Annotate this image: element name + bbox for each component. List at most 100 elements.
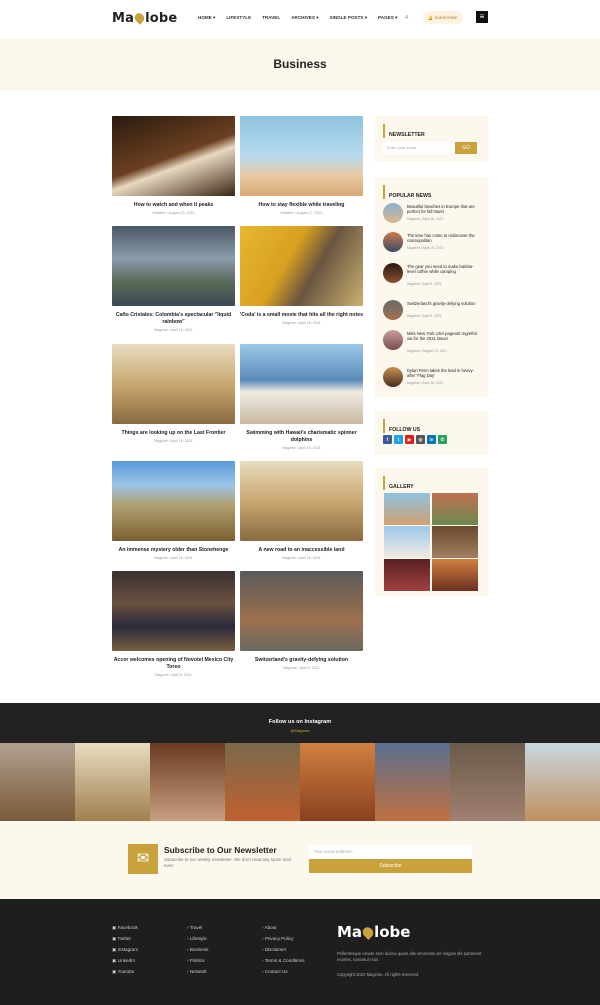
- news-title[interactable]: The time has come to rediscover the cosm…: [407, 233, 481, 243]
- gallery-image[interactable]: [384, 493, 430, 525]
- popular-news-item[interactable]: The time has come to rediscover the cosm…: [383, 232, 481, 256]
- post-title[interactable]: Accor welcomes opening of Novotel Mexico…: [112, 657, 235, 671]
- news-title[interactable]: Miss New York USA pageant regretful via …: [407, 331, 481, 341]
- popular-news-item[interactable]: The gear you need to make barista-level …: [383, 263, 481, 287]
- post-title[interactable]: How to stay flexible while traveling: [240, 202, 363, 209]
- footer-link-terms[interactable]: › Terms & Conditions: [262, 958, 305, 969]
- post-image[interactable]: [112, 461, 235, 541]
- nav-home[interactable]: HOME ▾: [198, 15, 215, 21]
- news-thumbnail[interactable]: [383, 203, 403, 223]
- post-title[interactable]: Swimming with Hawaii's charismatic spinn…: [240, 430, 363, 444]
- newsletter-band-subscribe-button[interactable]: Subscribe: [309, 859, 472, 873]
- search-icon[interactable]: ⌕: [405, 14, 409, 22]
- footer-link-privacy[interactable]: › Privacy Policy: [262, 936, 305, 947]
- gallery-image[interactable]: [432, 526, 478, 558]
- popular-news-item[interactable]: Beautiful beaches in Europe that are per…: [383, 203, 481, 227]
- post-card[interactable]: 'Coda' is a small movie that hits all th…: [240, 226, 363, 325]
- post-title[interactable]: Switzerland's gravity-defying solution: [240, 657, 363, 664]
- post-image[interactable]: [112, 226, 235, 306]
- news-thumbnail[interactable]: [383, 232, 403, 252]
- nav-travel[interactable]: TRAVEL: [262, 15, 280, 21]
- youtube-icon[interactable]: ▶: [405, 435, 414, 444]
- post-title[interactable]: How to watch and when it peaks: [112, 202, 235, 209]
- post-card[interactable]: An immense mystery older than Stonehenge…: [112, 461, 235, 560]
- news-title[interactable]: The gear you need to make barista-level …: [407, 264, 481, 274]
- nav-lifestyle[interactable]: LIFESTYLE: [226, 15, 251, 21]
- news-thumbnail[interactable]: [383, 330, 403, 350]
- footer-link-instagram[interactable]: ▣ Instagram: [112, 947, 138, 958]
- post-meta: Watcher / August 17, 2021: [280, 211, 323, 215]
- post-image[interactable]: [240, 461, 363, 541]
- news-thumbnail[interactable]: [383, 263, 403, 283]
- post-title[interactable]: 'Coda' is a small movie that hits all th…: [240, 312, 363, 319]
- nav-pages[interactable]: PAGES ▾: [378, 15, 397, 21]
- footer-link-disclaimer[interactable]: › Disclaimer: [262, 947, 305, 958]
- footer-link-about[interactable]: › About: [262, 925, 305, 936]
- post-card[interactable]: Caño Cristales: Colombia's spectacular "…: [112, 226, 235, 332]
- post-image[interactable]: [112, 116, 235, 196]
- gallery-image[interactable]: [384, 526, 430, 558]
- footer-link-lifestyle[interactable]: › Lifestyle: [187, 936, 208, 947]
- post-card[interactable]: How to watch and when it peaks Watcher /…: [112, 116, 235, 215]
- popular-news-item[interactable]: Miss New York USA pageant regretful via …: [383, 330, 481, 354]
- post-card[interactable]: How to stay flexible while traveling Wat…: [240, 116, 363, 215]
- post-card[interactable]: Things are looking up on the Last Fronti…: [112, 344, 235, 443]
- instagram-photo[interactable]: [375, 743, 450, 821]
- footer-link-politics[interactable]: › Politics: [187, 958, 208, 969]
- footer-link-travel[interactable]: › Travel: [187, 925, 208, 936]
- instagram-icon[interactable]: ◎: [416, 435, 425, 444]
- nav-single-posts[interactable]: SINGLE POSTS ▾: [330, 15, 368, 21]
- newsletter-band-email-input[interactable]: Your email address...: [309, 845, 472, 859]
- news-title[interactable]: Dylan Penn takes the lead in heavy-after…: [407, 368, 481, 378]
- news-thumbnail[interactable]: [383, 300, 403, 320]
- linkedin-icon[interactable]: in: [427, 435, 436, 444]
- instagram-photo[interactable]: [450, 743, 525, 821]
- site-logo[interactable]: Ma lobe: [112, 11, 177, 26]
- news-title[interactable]: Switzerland's gravity-defying solution: [407, 301, 481, 306]
- instagram-photo[interactable]: [300, 743, 375, 821]
- post-card[interactable]: A new road to an inaccessible land Magzi…: [240, 461, 363, 560]
- gallery-image[interactable]: [432, 493, 478, 525]
- popular-news-item[interactable]: Switzerland's gravity-defying solution M…: [383, 300, 481, 324]
- footer-link-contact[interactable]: › Contact Us: [262, 969, 305, 980]
- footer-link-facebook[interactable]: ▣ Facebook: [112, 925, 138, 936]
- footer-logo[interactable]: Ma lobe: [337, 923, 410, 941]
- twitter-icon[interactable]: t: [394, 435, 403, 444]
- post-card[interactable]: Switzerland's gravity-defying solution M…: [240, 571, 363, 670]
- popular-news-item[interactable]: Dylan Penn takes the lead in heavy-after…: [383, 367, 481, 391]
- post-title[interactable]: Things are looking up on the Last Fronti…: [112, 430, 235, 437]
- post-image[interactable]: [240, 344, 363, 424]
- post-image[interactable]: [112, 571, 235, 651]
- footer-link-business[interactable]: › Business: [187, 947, 208, 958]
- gallery-image[interactable]: [432, 559, 478, 591]
- whatsapp-icon[interactable]: ✆: [438, 435, 447, 444]
- facebook-icon[interactable]: f: [383, 435, 392, 444]
- instagram-handle[interactable]: @Magzine: [0, 728, 600, 733]
- post-image[interactable]: [112, 344, 235, 424]
- instagram-photo[interactable]: [75, 743, 150, 821]
- nav-archives[interactable]: ARCHIVES ▾: [291, 15, 318, 21]
- post-image[interactable]: [240, 226, 363, 306]
- post-title[interactable]: An immense mystery older than Stonehenge: [112, 547, 235, 554]
- post-image[interactable]: [240, 571, 363, 651]
- footer-link-network[interactable]: › Network: [187, 969, 208, 980]
- instagram-photo[interactable]: [525, 743, 600, 821]
- instagram-photo[interactable]: [225, 743, 300, 821]
- newsletter-go-button[interactable]: GO: [455, 142, 477, 154]
- post-title[interactable]: A new road to an inaccessible land: [240, 547, 363, 554]
- news-title[interactable]: Beautiful beaches in Europe that are per…: [407, 204, 481, 214]
- instagram-photo[interactable]: [0, 743, 75, 821]
- subscribe-button[interactable]: 🔔 SUBSCRIBE: [423, 11, 463, 24]
- news-thumbnail[interactable]: [383, 367, 403, 387]
- post-image[interactable]: [240, 116, 363, 196]
- post-card[interactable]: Accor welcomes opening of Novotel Mexico…: [112, 571, 235, 677]
- footer-link-linkedin[interactable]: ▣ LinkedIn: [112, 958, 138, 969]
- post-title[interactable]: Caño Cristales: Colombia's spectacular "…: [112, 312, 235, 326]
- footer-link-twitter[interactable]: ▣ Twitter: [112, 936, 138, 947]
- instagram-photo[interactable]: [150, 743, 225, 821]
- menu-icon[interactable]: ≡: [476, 11, 488, 23]
- gallery-image[interactable]: [384, 559, 430, 591]
- newsletter-email-input[interactable]: Enter your email...: [383, 142, 455, 154]
- footer-link-youtube[interactable]: ▣ Youtube: [112, 969, 138, 980]
- post-card[interactable]: Swimming with Hawaii's charismatic spinn…: [240, 344, 363, 450]
